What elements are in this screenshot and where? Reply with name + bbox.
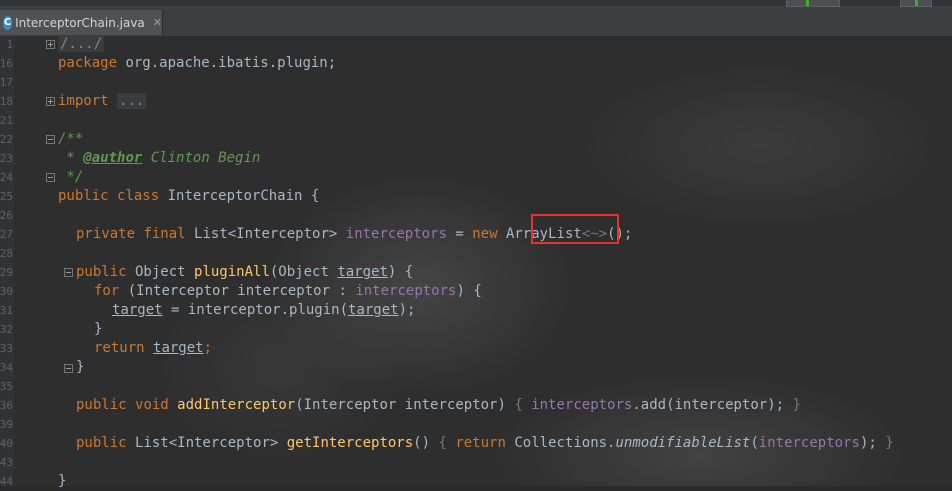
line-number: 39 [0, 418, 13, 431]
line-number: 17 [0, 76, 13, 89]
code-line-31: target = interceptor.plugin(target); [112, 302, 416, 318]
fold-toggle-icon[interactable] [46, 173, 55, 182]
code-line-25: public class InterceptorChain { [58, 188, 320, 204]
line-number: 22 [0, 133, 13, 146]
code-line-30: for (Interceptor interceptor : intercept… [94, 283, 482, 299]
line-number: 27 [0, 228, 13, 241]
line-number: 32 [0, 323, 13, 336]
line-number: 1 [6, 38, 13, 51]
line-number: 16 [0, 57, 13, 70]
close-tab-icon[interactable]: ✕ [153, 16, 162, 29]
toolbar-run-config[interactable] [786, 0, 840, 7]
code-line-24: */ [58, 169, 84, 185]
fold-toggle-icon[interactable] [46, 97, 55, 106]
java-class-icon: C [3, 15, 13, 30]
line-number: 35 [0, 380, 13, 393]
tab-filename: InterceptorChain.java [15, 15, 145, 30]
fold-toggle-icon[interactable] [46, 40, 55, 49]
debug-icon[interactable] [915, 0, 918, 6]
line-number: 36 [0, 399, 13, 412]
line-number: 40 [0, 437, 13, 450]
code-line-32: } [94, 321, 103, 337]
code-line-22: /** [58, 131, 84, 147]
code-line-16: package org.apache.ibatis.plugin; [58, 55, 337, 71]
code-line-33: return target; [94, 340, 213, 356]
editor-tab-bar: C InterceptorChain.java ✕ [0, 0, 952, 37]
code-line-18: import ... [58, 93, 147, 109]
line-number: 33 [0, 342, 13, 355]
line-number: 18 [0, 95, 13, 108]
code-line-29: public Object pluginAll(Object target) { [76, 264, 414, 280]
code-line-36: public void addInterceptor(Interceptor i… [76, 397, 801, 413]
line-number: 31 [0, 304, 13, 317]
line-number: 44 [0, 475, 13, 488]
code-line-23: * @author Clinton Begin [58, 150, 261, 166]
line-number: 25 [0, 190, 13, 203]
line-number: 28 [0, 247, 13, 260]
tab-interceptorchain-java[interactable]: C InterceptorChain.java ✕ [0, 10, 163, 35]
line-number: 34 [0, 361, 13, 374]
code-line-1: /.../ [58, 36, 105, 52]
line-number: 24 [0, 171, 13, 184]
line-number: 23 [0, 152, 13, 165]
code-line-44: } [58, 473, 67, 489]
annotation-highlight-box [531, 214, 619, 244]
code-line-34: } [76, 359, 85, 375]
run-icon[interactable] [806, 0, 809, 6]
line-number: 29 [0, 266, 13, 279]
line-number: 21 [0, 114, 13, 127]
line-number: 26 [0, 209, 13, 222]
code-line-40: public List<Interceptor> getInterceptors… [76, 435, 894, 451]
fold-toggle-icon[interactable] [46, 135, 55, 144]
line-number: 30 [0, 285, 13, 298]
line-number: 43 [0, 456, 13, 469]
fold-toggle-icon[interactable] [64, 268, 73, 277]
fold-toggle-icon[interactable] [64, 364, 73, 373]
